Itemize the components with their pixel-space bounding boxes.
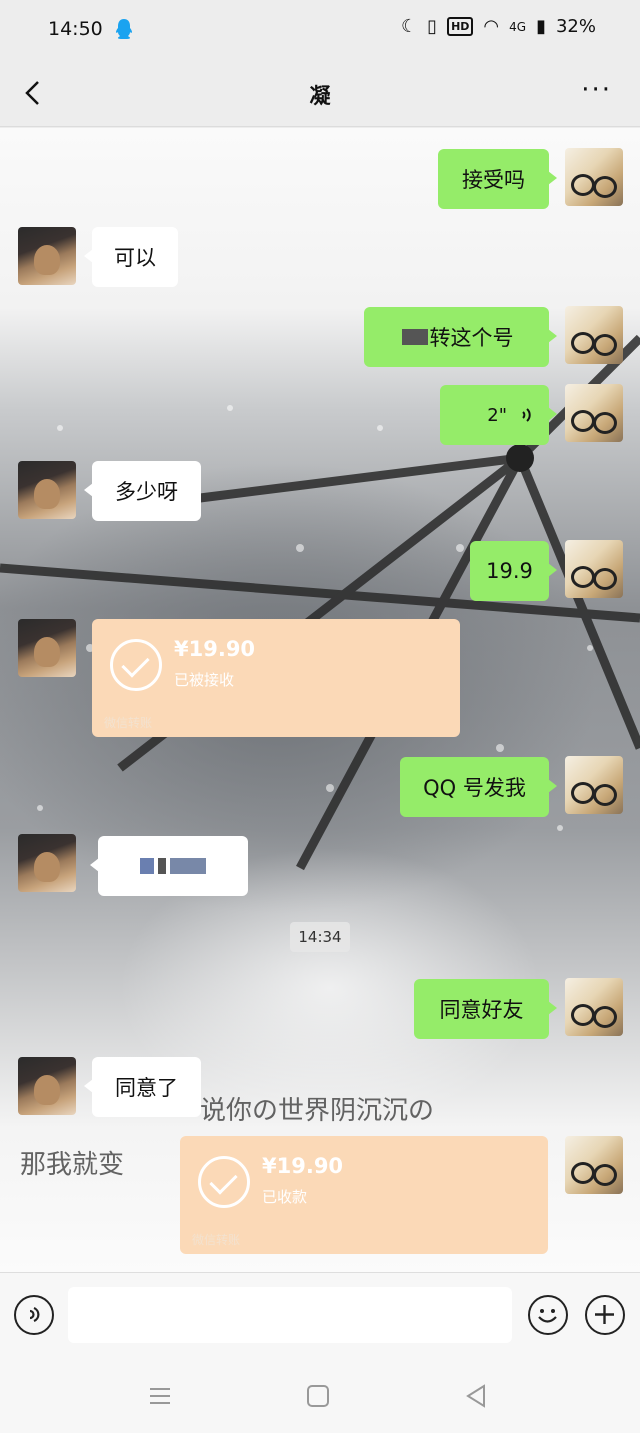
vibrate-icon: ▯ <box>427 16 438 37</box>
smile-icon <box>538 1309 557 1323</box>
contact-avatar[interactable] <box>18 461 76 519</box>
contact-avatar[interactable] <box>18 1057 76 1115</box>
my-avatar[interactable] <box>565 1136 623 1194</box>
status-time: 14:50 <box>48 18 103 40</box>
status-bar: 14:50 ☾ ▯ HD ◠ 4G ▮ 32% <box>0 0 640 60</box>
my-avatar[interactable] <box>565 148 623 206</box>
redacted-text <box>158 858 166 874</box>
plus-icon[interactable] <box>585 1295 625 1335</box>
contact-avatar[interactable] <box>18 227 76 285</box>
contact-avatar[interactable] <box>18 619 76 677</box>
message-bubble[interactable]: 同意好友 <box>414 979 557 1039</box>
message-bubble[interactable]: 19.9 <box>470 541 557 601</box>
my-avatar[interactable] <box>565 306 623 364</box>
hd-badge: HD <box>447 17 474 36</box>
more-options-button[interactable]: ··· <box>581 77 612 103</box>
redacted-message-bubble[interactable] <box>90 836 248 896</box>
message-bubble[interactable]: 转这个号 <box>364 307 557 367</box>
wallpaper-handwriting-line1: 说你の世界阴沉沉の <box>200 1096 435 1126</box>
message-bubble[interactable]: 接受吗 <box>438 149 557 209</box>
my-avatar[interactable] <box>565 756 623 814</box>
battery-percent: 32% <box>555 16 596 37</box>
emoji-icon[interactable] <box>528 1295 568 1335</box>
check-circle-icon <box>110 639 162 691</box>
battery-icon: ▮ <box>536 16 546 37</box>
input-bar <box>0 1272 640 1358</box>
my-avatar[interactable] <box>565 540 623 598</box>
message-bubble[interactable]: QQ 号发我 <box>400 757 557 817</box>
transfer-card[interactable]: ¥19.90 已被接收 微信转账 <box>92 619 460 737</box>
menu-icon[interactable] <box>146 1382 174 1410</box>
check-circle-icon <box>198 1156 250 1208</box>
chat-area[interactable]: 接受吗 可以 转这个号 2" 多少呀 19.9 ¥19.90 已被接收 微信转账… <box>0 128 640 1272</box>
system-navigation-bar <box>0 1358 640 1433</box>
transfer-footer: 微信转账 <box>192 1233 241 1247</box>
voice-wave-icon <box>29 1306 40 1323</box>
qq-notification-icon <box>116 19 132 39</box>
transfer-status: 已被接收 <box>174 671 235 689</box>
transfer-amount: ¥19.90 <box>174 637 256 661</box>
chat-header: 凝 ··· <box>0 60 640 127</box>
moon-icon: ☾ <box>401 16 418 37</box>
redacted-text <box>401 329 428 345</box>
wifi-icon: ◠ <box>483 16 500 37</box>
voice-icon[interactable] <box>14 1295 54 1335</box>
transfer-status: 已收款 <box>262 1188 308 1206</box>
chat-title: 凝 <box>309 84 331 108</box>
transfer-footer: 微信转账 <box>104 716 153 730</box>
message-bubble[interactable]: 同意了 <box>84 1057 201 1117</box>
redacted-text <box>140 858 154 874</box>
transfer-amount: ¥19.90 <box>262 1154 344 1178</box>
message-text: 转这个号 <box>429 326 514 350</box>
back-triangle-icon[interactable] <box>462 1382 490 1410</box>
message-input[interactable] <box>68 1287 512 1343</box>
voice-message-bubble[interactable]: 2" <box>440 385 557 445</box>
message-bubble[interactable]: 多少呀 <box>84 461 201 521</box>
plus-glyph-icon <box>595 1305 614 1324</box>
transfer-card[interactable]: ¥19.90 已收款 微信转账 <box>180 1136 548 1254</box>
my-avatar[interactable] <box>565 384 623 442</box>
status-icons: ☾ ▯ HD ◠ 4G ▮ 32% <box>401 16 596 37</box>
voice-wave-icon <box>522 408 531 422</box>
message-timestamp: 14:34 <box>290 922 350 952</box>
contact-avatar[interactable] <box>18 834 76 892</box>
network-label: 4G <box>509 19 527 34</box>
redacted-text <box>170 858 206 874</box>
voice-duration: 2" <box>487 404 507 426</box>
my-avatar[interactable] <box>565 978 623 1036</box>
message-bubble[interactable]: 可以 <box>84 227 178 287</box>
home-icon[interactable] <box>304 1382 332 1410</box>
wallpaper-handwriting-line2: 那我就变 <box>20 1150 125 1180</box>
